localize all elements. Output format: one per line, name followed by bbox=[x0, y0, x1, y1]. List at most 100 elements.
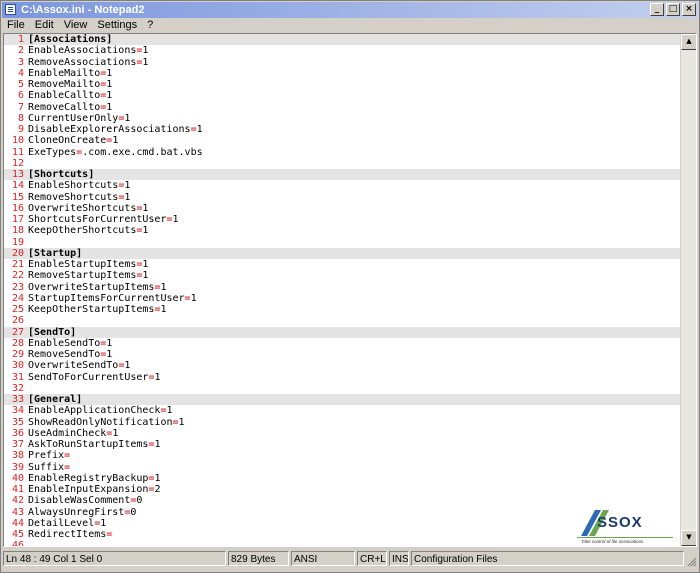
editor-line[interactable]: 38 Prefix= bbox=[4, 450, 680, 461]
editor-line[interactable]: 10 CloneOnCreate=1 bbox=[4, 135, 680, 146]
line-number: 16 bbox=[11, 202, 24, 214]
line-text: ExeTypes=.com.exe.cmd.bat.vbs bbox=[28, 147, 203, 158]
status-eol[interactable]: CR+LF bbox=[357, 551, 387, 566]
line-number: 19 bbox=[11, 236, 24, 248]
menu-settings[interactable]: Settings bbox=[92, 18, 142, 32]
editor-line[interactable]: 9 DisableExplorerAssociations=1 bbox=[4, 124, 680, 135]
section-header-line[interactable]: 20 [Startup] bbox=[4, 247, 680, 259]
setting-key: OverwriteStartupItems bbox=[28, 281, 155, 293]
line-number: 26 bbox=[11, 315, 24, 327]
menu-help[interactable]: ? bbox=[142, 18, 158, 32]
editor-line[interactable]: 22 RemoveStartupItems=1 bbox=[4, 270, 680, 281]
editor-line[interactable]: 8 CurrentUserOnly=1 bbox=[4, 113, 680, 124]
setting-key: RemoveCallto bbox=[28, 101, 101, 113]
editor-line[interactable]: 18 KeepOtherShortcuts=1 bbox=[4, 225, 680, 236]
setting-key: RedirectItems bbox=[28, 529, 107, 540]
editor-line[interactable]: 37 AskToRunStartupItems=1 bbox=[4, 439, 680, 450]
setting-value: 1 bbox=[154, 472, 161, 484]
section-header-line[interactable]: 33 [General] bbox=[4, 394, 680, 406]
line-text: EnableStartupItems=1 bbox=[28, 259, 148, 270]
status-encoding[interactable]: ANSI bbox=[291, 551, 355, 566]
line-number: 31 bbox=[11, 371, 24, 383]
svg-text:Take control of file associati: Take control of file associations bbox=[581, 539, 644, 544]
vertical-scrollbar[interactable]: ▲ ▼ bbox=[680, 34, 696, 546]
setting-key: ShowReadOnlyNotification bbox=[28, 416, 173, 428]
editor-line[interactable]: 31 SendToForCurrentUser=1 bbox=[4, 372, 680, 383]
line-text: ShowReadOnlyNotification=1 bbox=[28, 417, 185, 428]
line-number: 6 bbox=[17, 90, 24, 102]
close-button[interactable]: × bbox=[682, 3, 696, 16]
editor-line[interactable]: 14 EnableShortcuts=1 bbox=[4, 180, 680, 191]
line-text: [Startup] bbox=[28, 248, 82, 259]
editor-line[interactable]: 3 RemoveAssociations=1 bbox=[4, 57, 680, 68]
line-text: SendToForCurrentUser=1 bbox=[28, 372, 160, 383]
resize-grip-icon[interactable] bbox=[685, 555, 697, 567]
line-text: KeepOtherShortcuts=1 bbox=[28, 225, 148, 236]
line-number: 36 bbox=[11, 427, 24, 439]
setting-value: 1 bbox=[142, 270, 149, 282]
editor-line[interactable]: 16 OverwriteShortcuts=1 bbox=[4, 203, 680, 214]
setting-value: 1 bbox=[154, 439, 161, 450]
setting-key: ShortcutsForCurrentUser bbox=[28, 214, 167, 225]
editor-line[interactable]: 32 bbox=[4, 383, 680, 394]
setting-key: EnableRegistryBackup bbox=[28, 472, 149, 484]
editor-line[interactable]: 28 EnableSendTo=1 bbox=[4, 338, 680, 349]
line-number: 3 bbox=[17, 56, 24, 68]
setting-value: 1 bbox=[160, 281, 167, 293]
title-bar[interactable]: C:\Assox.ini - Notepad2 _ □ × bbox=[2, 2, 698, 18]
setting-value: 1 bbox=[124, 360, 131, 372]
editor-line[interactable]: 6 EnableCallto=1 bbox=[4, 90, 680, 101]
section-name: [SendTo] bbox=[28, 326, 77, 338]
line-text: EnableMailto=1 bbox=[28, 68, 112, 79]
editor-line[interactable]: 17 ShortcutsForCurrentUser=1 bbox=[4, 214, 680, 225]
line-number: 34 bbox=[11, 405, 24, 417]
editor-line[interactable]: 29 RemoveSendTo=1 bbox=[4, 349, 680, 360]
section-header-line[interactable]: 13 [Shortcuts] bbox=[4, 169, 680, 181]
line-text: EnableCallto=1 bbox=[28, 90, 112, 101]
menu-edit[interactable]: Edit bbox=[30, 18, 59, 32]
editor-line[interactable]: 39 Suffix= bbox=[4, 462, 680, 473]
editor-line[interactable]: 26 bbox=[4, 315, 680, 326]
editor-line[interactable]: 19 bbox=[4, 237, 680, 248]
maximize-button[interactable]: □ bbox=[666, 3, 680, 16]
scroll-up-button[interactable]: ▲ bbox=[681, 34, 696, 50]
menu-view[interactable]: View bbox=[59, 18, 93, 32]
line-number: 12 bbox=[11, 157, 24, 169]
editor-line[interactable]: 21 EnableStartupItems=1 bbox=[4, 259, 680, 270]
line-text: EnableApplicationCheck=1 bbox=[28, 405, 173, 416]
editor-line[interactable]: 30 OverwriteSendTo=1 bbox=[4, 360, 680, 371]
editor-line[interactable]: 25 KeepOtherStartupItems=1 bbox=[4, 304, 680, 315]
setting-value: 1 bbox=[124, 191, 131, 203]
editor-line[interactable]: 2 EnableAssociations=1 bbox=[4, 45, 680, 56]
line-text: AlwaysUnregFirst=0 bbox=[28, 507, 136, 518]
section-header-line[interactable]: 1 [Associations] bbox=[4, 34, 680, 46]
editor-line[interactable]: 35 ShowReadOnlyNotification=1 bbox=[4, 417, 680, 428]
editor-line[interactable]: 5 RemoveMailto=1 bbox=[4, 79, 680, 90]
editor-line[interactable]: 15 RemoveShortcuts=1 bbox=[4, 192, 680, 203]
section-header-line[interactable]: 27 [SendTo] bbox=[4, 326, 680, 338]
setting-key: ExeTypes bbox=[28, 146, 77, 158]
editor-line[interactable]: 4 EnableMailto=1 bbox=[4, 68, 680, 79]
menu-file[interactable]: File bbox=[2, 18, 30, 32]
setting-value: 1 bbox=[190, 292, 197, 304]
status-lexer[interactable]: Configuration Files bbox=[411, 551, 684, 566]
text-editor[interactable]: 1 [Associations] 2 EnableAssociations=1 3 Rem… bbox=[3, 33, 697, 547]
setting-value: 1 bbox=[124, 112, 131, 124]
editor-line[interactable]: 12 bbox=[4, 158, 680, 169]
setting-key: EnableInputExpansion bbox=[28, 484, 149, 495]
editor-line[interactable]: 36 UseAdminCheck=1 bbox=[4, 428, 680, 439]
editor-line[interactable]: 41 EnableInputExpansion=2 bbox=[4, 484, 680, 495]
editor-line[interactable]: 40 EnableRegistryBackup=1 bbox=[4, 473, 680, 484]
editor-line[interactable]: 23 OverwriteStartupItems=1 bbox=[4, 282, 680, 293]
setting-key: AlwaysUnregFirst bbox=[28, 506, 125, 518]
minimize-button[interactable]: _ bbox=[650, 3, 664, 16]
line-number: 40 bbox=[11, 472, 24, 484]
setting-key: SendToForCurrentUser bbox=[28, 371, 149, 383]
editor-line[interactable]: 11 ExeTypes=.com.exe.cmd.bat.vbs bbox=[4, 147, 680, 158]
editor-line[interactable]: 7 RemoveCallto=1 bbox=[4, 102, 680, 113]
section-name: [Shortcuts] bbox=[28, 169, 95, 180]
scroll-down-button[interactable]: ▼ bbox=[681, 530, 696, 546]
editor-line[interactable]: 24 StartupItemsForCurrentUser=1 bbox=[4, 293, 680, 304]
editor-line[interactable]: 34 EnableApplicationCheck=1 bbox=[4, 405, 680, 416]
equals-sign: = bbox=[106, 529, 113, 540]
